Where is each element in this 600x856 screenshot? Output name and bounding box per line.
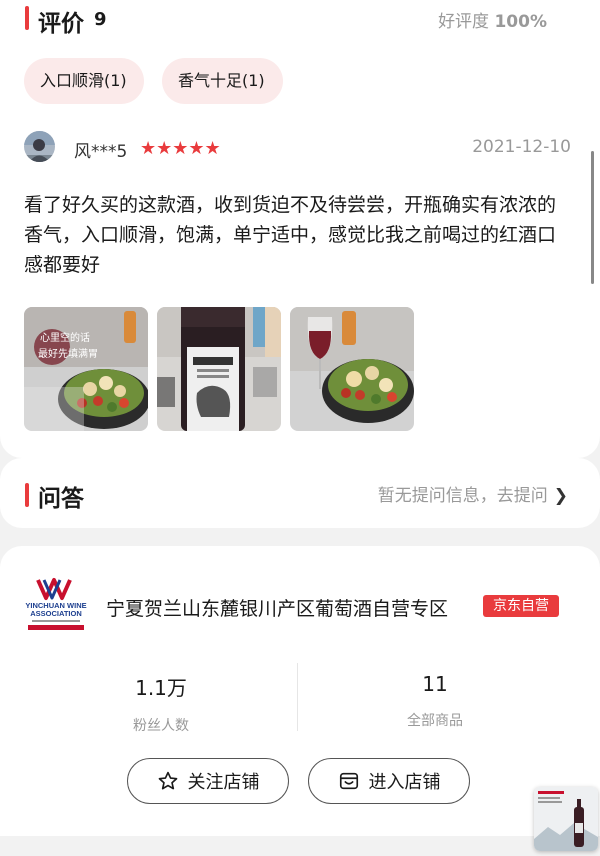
fans-stat: 1.1万 粉丝人数 (46, 672, 276, 735)
shop-logo[interactable]: YINCHUAN WINE ASSOCIATION (24, 576, 88, 632)
photo-caption-line-2: 最好先填满胃 (38, 347, 98, 360)
review-photo[interactable]: 心里空的话 最好先填满胃 (24, 307, 148, 431)
follow-shop-label: 关注店铺 (187, 772, 260, 793)
review-text[interactable]: 看了好久买的这款酒，收到货迫不及待尝尝，开瓶确实有浓浓的香气，入口顺滑，饱满，单… (24, 190, 569, 280)
review-photo[interactable] (157, 307, 281, 431)
review-section: 评价 9 好评度 100% 入口顺滑(1) 香气十足(1) 风***5 ★★★★… (0, 0, 600, 458)
stat-divider (297, 663, 298, 731)
shop-logo-text-2: ASSOCIATION (30, 609, 82, 618)
enter-shop-button[interactable]: 进入店铺 (308, 758, 470, 804)
user-avatar (24, 131, 55, 162)
rating-stars: ★★★★★ (140, 138, 221, 159)
review-count: 9 (94, 9, 107, 30)
follow-shop-button[interactable]: 关注店铺 (127, 758, 289, 804)
jd-self-operated-badge: 京东自营 (483, 595, 559, 617)
qa-hint-text: 暂无提问信息，去提问 (377, 486, 548, 506)
review-date: 2021-12-10 (472, 137, 571, 157)
scrollbar[interactable] (591, 151, 594, 284)
section-accent-bar (25, 483, 29, 507)
shop-icon (339, 772, 358, 790)
section-accent-bar (25, 6, 29, 30)
fans-label: 粉丝人数 (133, 718, 189, 734)
goods-label: 全部商品 (407, 713, 463, 729)
reviewer-name: 风***5 (74, 142, 128, 162)
ask-question-link[interactable]: 暂无提问信息，去提问 ❯ (378, 481, 568, 506)
floating-product-thumbnail[interactable] (534, 787, 598, 851)
review-photo[interactable] (290, 307, 414, 431)
good-rate-value: 100% (494, 12, 547, 32)
shop-section: YINCHUAN WINE ASSOCIATION 宁夏贺兰山东麓银川产区葡萄酒… (0, 546, 600, 836)
enter-shop-label: 进入店铺 (368, 772, 441, 793)
shop-name[interactable]: 宁夏贺兰山东麓银川产区葡萄酒自营专区 (106, 594, 448, 621)
photo-caption-line-1: 心里空的话 (40, 331, 90, 344)
qa-section[interactable]: 问答 暂无提问信息，去提问 ❯ (0, 458, 600, 528)
qa-section-title: 问答 (38, 486, 84, 512)
review-section-title[interactable]: 评价 (38, 4, 84, 38)
review-tag[interactable]: 入口顺滑(1) (24, 58, 144, 104)
goods-count: 11 (422, 672, 448, 696)
goods-stat[interactable]: 11 全部商品 (320, 672, 550, 730)
chevron-right-icon: ❯ (553, 486, 568, 506)
good-rate[interactable]: 好评度 100% (438, 7, 547, 32)
good-rate-label: 好评度 (438, 12, 490, 32)
star-outline-icon (158, 771, 177, 790)
fans-count: 1.1万 (135, 676, 187, 700)
review-tag[interactable]: 香气十足(1) (162, 58, 283, 104)
